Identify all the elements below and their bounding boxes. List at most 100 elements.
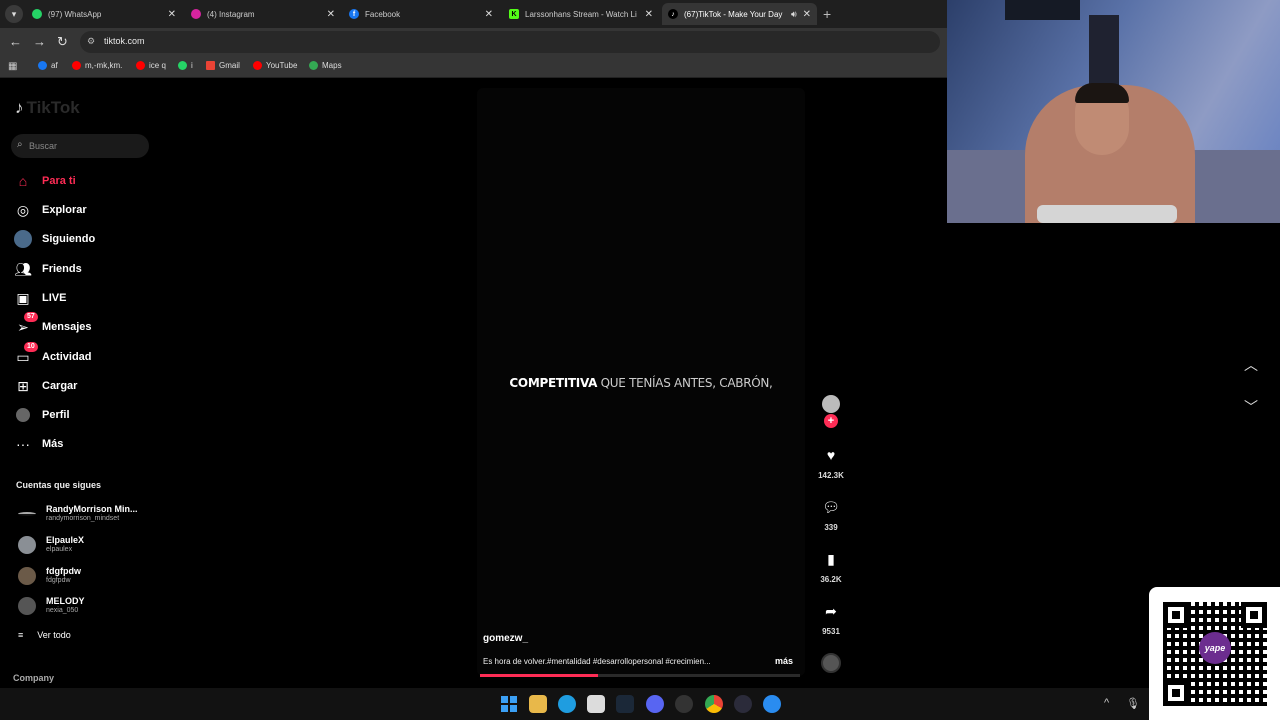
bookmark-label: m,-mk,km. — [85, 61, 123, 70]
search-input[interactable] — [29, 136, 144, 156]
edge-icon[interactable] — [558, 695, 576, 713]
music-disc-icon[interactable] — [821, 653, 841, 673]
activity-badge: 10 — [24, 342, 38, 352]
url-field[interactable]: ⚙ tiktok.com — [80, 31, 940, 53]
store-icon[interactable] — [587, 695, 605, 713]
bookmark-label: af — [51, 61, 58, 70]
bookmark-whatsapp[interactable]: i — [178, 61, 193, 70]
bookmark-label: Maps — [322, 61, 342, 70]
nav-friends[interactable]: 👥︎ Friends — [14, 258, 154, 280]
nav-mas[interactable]: ··· Más — [14, 433, 154, 455]
live-icon: ▣ — [16, 289, 30, 306]
game-controller-icon[interactable] — [734, 695, 752, 713]
bookmarks-bar: ▦ af m,-mk,km. ice q i Gmail YouTube Map… — [0, 56, 948, 78]
tab-close-icon[interactable]: ✕ — [168, 9, 176, 20]
account-username: nexia_050 — [46, 607, 79, 614]
video-progress-bar[interactable] — [480, 674, 800, 677]
friends-icon: 👥︎ — [14, 260, 32, 277]
chevron-down-icon[interactable]: ﹀ — [1244, 397, 1258, 417]
settings-gear-icon[interactable] — [675, 695, 693, 713]
discord-icon[interactable] — [646, 695, 664, 713]
followed-account[interactable]: fdgfpdw fdgfpdw — [16, 563, 156, 589]
bookmark-label: ice q — [149, 61, 166, 70]
follow-plus-button[interactable]: + — [824, 414, 838, 428]
chrome-icon[interactable] — [705, 695, 723, 713]
webcam-overlay — [947, 0, 1280, 223]
apps-grid-icon[interactable]: ▦ — [8, 61, 17, 72]
qr-finder — [1163, 680, 1189, 706]
more-icon: ··· — [16, 436, 30, 452]
new-tab-button[interactable]: + — [823, 6, 831, 22]
bookmark-youtube-2[interactable]: ice q — [136, 61, 166, 70]
browser-tab-bar: ▾ (97) WhatsApp ✕ (4) Instagram ✕ f Face… — [0, 0, 948, 28]
avatar — [18, 597, 36, 615]
tab-close-icon[interactable]: ✕ — [645, 9, 653, 20]
video-player[interactable]: COMPETITIVA QUE TENÍAS ANTES, CABRÓN, — [477, 88, 805, 676]
tab-close-icon[interactable]: ✕ — [803, 9, 811, 20]
chevron-up-icon[interactable]: ︿ — [1244, 355, 1258, 375]
account-name: RandyMorrison Min... — [46, 504, 138, 514]
search-box[interactable]: ⌕ — [11, 134, 149, 158]
nav-label: LIVE — [42, 292, 67, 304]
tiktok-logo[interactable]: ♪ TikTok — [15, 98, 80, 118]
followed-account[interactable]: ElpauleX elpaulex — [16, 532, 156, 558]
share-button[interactable]: ➦ 9531 — [813, 603, 849, 636]
bookmark-youtube-1[interactable]: m,-mk,km. — [72, 61, 122, 70]
bookmark-gmail[interactable]: Gmail — [206, 61, 240, 70]
windows-start-icon[interactable] — [500, 695, 518, 713]
bookmark-maps[interactable]: Maps — [309, 61, 342, 70]
like-button[interactable]: ♥ 142.3K — [813, 447, 849, 480]
steam-icon[interactable] — [616, 695, 634, 713]
nav-siguiendo[interactable]: Siguiendo — [14, 228, 154, 250]
nav-live[interactable]: ▣ LIVE — [14, 287, 154, 309]
video-author[interactable]: gomezw_ — [483, 633, 528, 644]
nav-perfil[interactable]: Perfil — [14, 404, 154, 426]
tab-tiktok[interactable]: ♪ (67)TikTok - Make Your Day 🔊︎ ✕ — [662, 3, 817, 25]
list-icon: ≡ — [18, 630, 24, 640]
tab-label: (67)TikTok - Make Your Day — [684, 9, 783, 19]
back-icon[interactable]: ← — [9, 34, 22, 49]
yape-qr-code: yape — [1149, 587, 1280, 720]
creator-avatar[interactable] — [822, 395, 840, 413]
reload-icon[interactable]: ↻ — [57, 34, 68, 50]
account-name: ElpauleX — [46, 535, 85, 545]
nav-actividad[interactable]: ▭ 10 Actividad — [14, 342, 154, 368]
see-all-link[interactable]: ≡ Ver todo — [18, 630, 71, 640]
tab-whatsapp[interactable]: (97) WhatsApp ✕ — [26, 3, 182, 25]
progress-fill — [480, 674, 599, 677]
safari-compass-icon[interactable] — [763, 695, 781, 713]
tab-search-icon[interactable]: ▾ — [5, 5, 23, 23]
audio-playing-icon[interactable]: 🔊︎ — [791, 9, 797, 20]
profile-icon — [14, 406, 32, 424]
nav-explorar[interactable]: ◎ Explorar — [14, 199, 154, 221]
activity-icon: ▭ 10 — [14, 342, 38, 366]
followed-account[interactable]: RandyMorrison Min... randymorrison_minds… — [16, 501, 156, 527]
company-link[interactable]: Company — [13, 673, 54, 683]
file-explorer-icon[interactable] — [529, 695, 547, 713]
windows-taskbar: ^ 🎙︎ — [0, 688, 1149, 720]
tray-chevron-up-icon[interactable]: ^ — [1104, 697, 1109, 709]
nav-cargar[interactable]: ⊞ Cargar — [14, 375, 154, 397]
webcam-chair — [1037, 205, 1177, 223]
save-button[interactable]: ▮ 36.2K — [813, 551, 849, 584]
bookmark-label: YouTube — [266, 61, 298, 70]
bookmark-youtube[interactable]: YouTube — [253, 61, 297, 70]
nav-label: Mensajes — [42, 321, 92, 333]
share-count: 9531 — [822, 627, 840, 636]
nav-mensajes[interactable]: ➢ 57 Mensajes — [14, 312, 154, 338]
messages-icon: ➢ 57 — [14, 312, 38, 336]
followed-account[interactable]: MELODY nexia_050 — [16, 593, 156, 619]
bookmark-af[interactable]: af — [38, 61, 58, 70]
nav-para-ti[interactable]: ⌂ Para ti — [14, 170, 154, 192]
tab-instagram[interactable]: (4) Instagram ✕ — [185, 3, 341, 25]
more-button[interactable]: más — [775, 656, 793, 666]
tab-facebook[interactable]: f Facebook ✕ — [343, 3, 499, 25]
tab-close-icon[interactable]: ✕ — [485, 9, 493, 20]
messages-badge: 57 — [24, 312, 38, 322]
site-info-icon[interactable]: ⚙ — [87, 36, 95, 47]
comment-button[interactable]: 💬︎ 339 — [813, 499, 849, 532]
forward-icon[interactable]: → — [33, 34, 46, 49]
tab-close-icon[interactable]: ✕ — [327, 9, 335, 20]
microphone-icon[interactable]: 🎙︎ — [1126, 697, 1140, 710]
tab-kick[interactable]: K Larssonhans Stream - Watch Li ✕ — [503, 3, 659, 25]
